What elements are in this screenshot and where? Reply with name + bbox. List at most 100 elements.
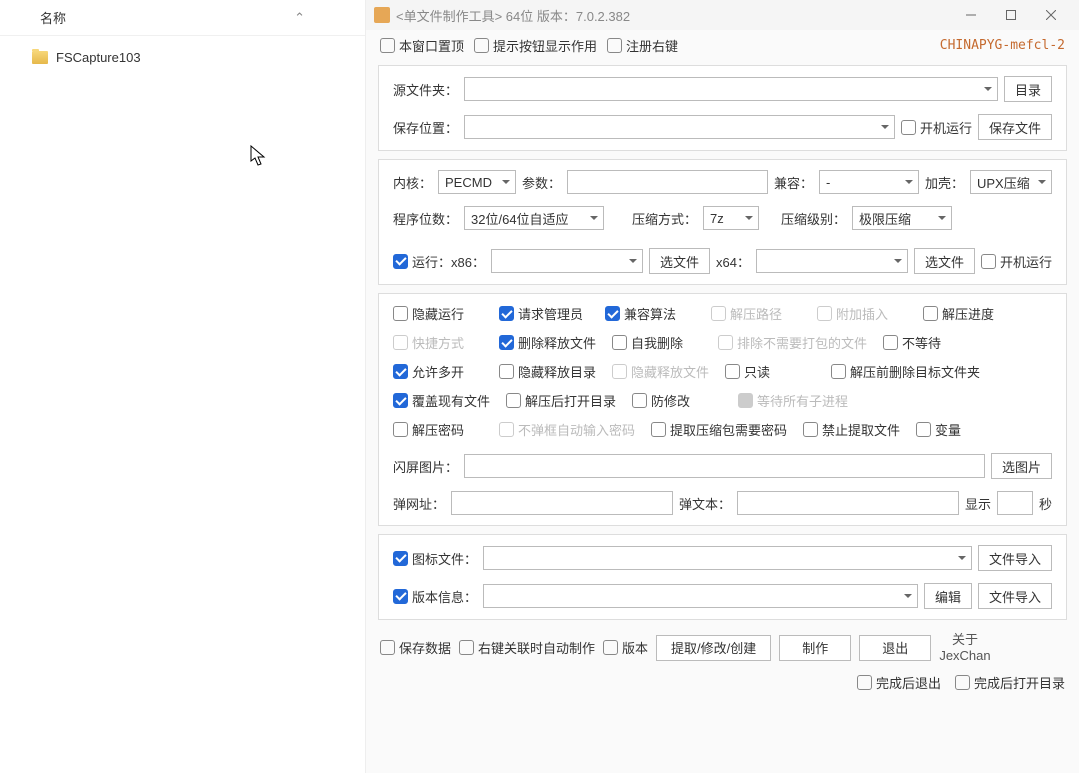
zip-label: 压缩方式： [632,209,697,228]
bits-combo[interactable]: 32位/64位自适应 [464,206,604,230]
x64-label: x64： [716,252,750,271]
pack-label: 加壳： [925,173,964,192]
version-info-checkbox[interactable]: 版本信息： [393,587,477,606]
version-checkbox[interactable]: 版本 [603,638,648,657]
params-input[interactable] [567,170,768,194]
icon-file-checkbox[interactable]: 图标文件： [393,549,477,568]
config-panel: 内核： PECMD 参数： 兼容： - 加壳： UPX压缩 程序位数： 32位/… [378,159,1067,285]
paths-panel: 源文件夹： 目录 保存位置： 开机运行 保存文件 [378,65,1067,151]
app-window: <单文件制作工具> 64位 版本：7.0.2.382 本窗口置顶 提示按钮显示作… [366,0,1079,773]
edit-button[interactable]: 编辑 [924,583,972,609]
version-import-button[interactable]: 文件导入 [978,583,1052,609]
close-button[interactable] [1031,4,1071,26]
autorun2-checkbox[interactable]: 开机运行 [981,252,1052,271]
extract-button[interactable]: 提取/修改/创建 [656,635,771,661]
maximize-button[interactable] [991,4,1031,26]
compat-combo[interactable]: - [819,170,919,194]
seconds-input[interactable] [997,491,1033,515]
directory-button[interactable]: 目录 [1004,76,1052,102]
shortcut-checkbox: 快捷方式 [393,333,483,352]
select-image-button[interactable]: 选图片 [991,453,1052,479]
self-delete-checkbox[interactable]: 自我删除 [612,333,702,352]
allow-multi-checkbox[interactable]: 允许多开 [393,362,483,381]
url-label: 弹网址： [393,494,445,513]
app-icon [374,7,390,23]
extract-pwd-checkbox[interactable]: 解压密码 [393,420,483,439]
wait-children-checkbox: 等待所有子进程 [738,391,848,410]
hide-run-checkbox[interactable]: 隐藏运行 [393,304,483,323]
bottom-bar: 保存数据 右键关联时自动制作 版本 提取/修改/创建 制作 退出 关于 JexC… [366,624,1079,671]
button-hint-checkbox[interactable]: 提示按钮显示作用 [474,36,597,55]
icon-import-button[interactable]: 文件导入 [978,545,1052,571]
resources-panel: 图标文件： 文件导入 版本信息： 编辑 文件导入 [378,534,1067,620]
extract-progress-checkbox[interactable]: 解压进度 [923,304,1013,323]
req-admin-checkbox[interactable]: 请求管理员 [499,304,589,323]
x64-combo[interactable] [756,249,908,273]
make-button[interactable]: 制作 [779,635,851,661]
pack-combo[interactable]: UPX压缩 [970,170,1052,194]
sub-bottom-bar: 完成后退出 完成后打开目录 [366,671,1079,700]
bits-label: 程序位数： [393,209,458,228]
top-options: 本窗口置顶 提示按钮显示作用 注册右键 CHINAPYG-mefcl-2 [366,30,1079,61]
anti-modify-checkbox[interactable]: 防修改 [632,391,722,410]
save-data-checkbox[interactable]: 保存数据 [380,638,451,657]
exit-button[interactable]: 退出 [859,635,931,661]
cursor-icon [250,145,268,167]
options-panel: 隐藏运行 请求管理员 兼容算法 解压路径 附加插入 解压进度 快捷方式 删除释放… [378,293,1067,526]
hide-rel-dir-checkbox[interactable]: 隐藏释放目录 [499,362,596,381]
forbid-extract-checkbox[interactable]: 禁止提取文件 [803,420,900,439]
select-file-x64-button[interactable]: 选文件 [914,248,975,274]
exclude-pack-checkbox: 排除不需要打包的文件 [718,333,867,352]
url-input[interactable] [451,491,673,515]
save-location-label: 保存位置： [393,118,458,137]
run-x86-checkbox[interactable]: 运行：x86： [393,252,485,271]
zip-combo[interactable]: 7z [703,206,759,230]
show-label: 显示 [965,494,991,513]
window-title: <单文件制作工具> 64位 版本：7.0.2.382 [396,6,951,25]
source-folder-label: 源文件夹： [393,80,458,99]
list-item[interactable]: FSCapture103 [32,46,365,69]
open-after-checkbox[interactable]: 完成后打开目录 [955,673,1065,692]
kernel-label: 内核： [393,173,432,192]
readonly-checkbox[interactable]: 只读 [725,362,815,381]
register-ext-checkbox[interactable]: 注册右键 [607,36,678,55]
x86-combo[interactable] [491,249,643,273]
select-file-x86-button[interactable]: 选文件 [649,248,710,274]
about-link[interactable]: 关于 JexChan [939,632,990,663]
append-plugin-checkbox: 附加插入 [817,304,907,323]
kernel-combo[interactable]: PECMD [438,170,516,194]
variable-checkbox[interactable]: 变量 [916,420,1006,439]
save-file-button[interactable]: 保存文件 [978,114,1052,140]
column-name[interactable]: 名称 [40,8,294,27]
need-pwd-checkbox[interactable]: 提取压缩包需要密码 [651,420,787,439]
text-label: 弹文本： [679,494,731,513]
no-wait-checkbox[interactable]: 不等待 [883,333,973,352]
splash-input[interactable] [464,454,985,478]
folder-icon [32,51,48,64]
window-top-checkbox[interactable]: 本窗口置顶 [380,36,464,55]
compat-algo-checkbox[interactable]: 兼容算法 [605,304,695,323]
splash-label: 闪屏图片： [393,457,458,476]
del-before-checkbox[interactable]: 解压前删除目标文件夹 [831,362,980,381]
open-after-extract-checkbox[interactable]: 解压后打开目录 [506,391,616,410]
zip-level-combo[interactable]: 极限压缩 [852,206,952,230]
save-location-combo[interactable] [464,115,895,139]
source-folder-combo[interactable] [464,77,998,101]
del-release-checkbox[interactable]: 删除释放文件 [499,333,596,352]
column-header-row: 名称 ⌃ [0,0,365,36]
autorun-checkbox[interactable]: 开机运行 [901,118,972,137]
file-list: FSCapture103 [0,36,365,69]
compat-label: 兼容： [774,173,813,192]
file-explorer-panel: 名称 ⌃ FSCapture103 [0,0,366,773]
icon-file-combo[interactable] [483,546,972,570]
overwrite-checkbox[interactable]: 覆盖现有文件 [393,391,490,410]
right-click-auto-checkbox[interactable]: 右键关联时自动制作 [459,638,595,657]
popup-text-input[interactable] [737,491,959,515]
version-info-combo[interactable] [483,584,918,608]
minimize-button[interactable] [951,4,991,26]
badge-text: CHINAPYG-mefcl-2 [940,38,1065,53]
folder-name: FSCapture103 [56,50,141,65]
exit-after-checkbox[interactable]: 完成后退出 [857,673,941,692]
sort-indicator-icon: ⌃ [294,10,305,26]
extract-path-checkbox: 解压路径 [711,304,801,323]
